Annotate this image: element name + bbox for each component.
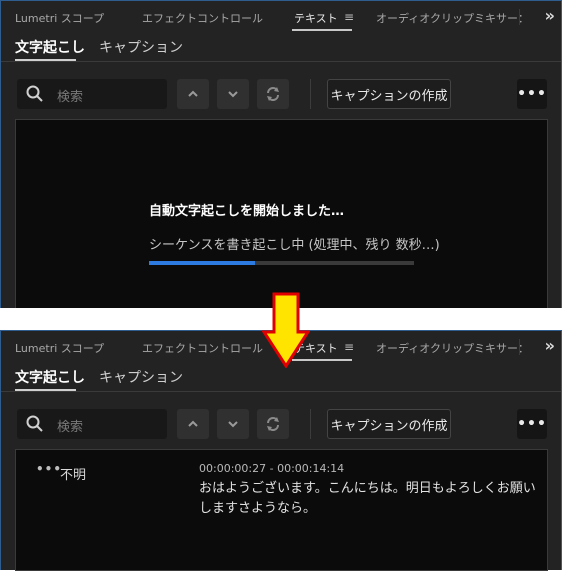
chevron-down-icon [228,91,238,98]
subtab-transcript[interactable]: 文字起こし [15,367,85,387]
search-icon [25,84,45,104]
progress-title: 自動文字起こしを開始しました… [149,204,345,219]
subtab-bar: 文字起こし キャプション [1,33,561,62]
chevron-down-icon [228,421,238,428]
double-chevron-icon[interactable]: » [545,336,555,355]
refresh-button[interactable] [257,79,289,109]
search-placeholder: 検索 [57,90,84,105]
more-icon[interactable]: ••• [517,409,547,439]
progress-status: シーケンスを書き起こし中 (処理中、残り 数秒…) [149,238,440,253]
tab-separator [519,339,520,355]
refresh-button[interactable] [257,409,289,439]
transcript-toolbar: 検索 キャプションの作成 ••• [1,61,561,117]
speaker-options-icon[interactable]: ••• [36,462,62,476]
refresh-icon [267,87,279,101]
toolbar-separator [310,79,311,109]
transcript-text[interactable]: おはようございます。こんにちは。明日もよろしくお願いしますさようなら。 [199,479,539,519]
menu-icon[interactable]: ≡ [344,340,354,354]
refresh-icon [267,417,279,431]
previous-button[interactable] [177,79,209,109]
tab-effect-controls[interactable]: エフェクトコントロール [142,10,263,26]
tab-audio-clip-mixer[interactable]: オーディオクリップミキサー： [376,340,529,356]
tab-text[interactable]: テキスト [294,10,338,26]
double-chevron-icon[interactable]: » [545,6,555,25]
chevron-up-icon [188,90,198,97]
search-icon [25,414,45,434]
subtab-captions[interactable]: キャプション [99,37,183,57]
down-arrow-icon [262,292,310,368]
search-input[interactable]: 検索 [17,79,167,109]
tab-separator [519,9,520,25]
progress-fill [149,261,255,265]
chevron-up-icon [188,420,198,427]
create-captions-button[interactable]: キャプションの作成 [327,409,451,439]
previous-button[interactable] [177,409,209,439]
search-placeholder: 検索 [57,420,84,435]
segment-timecode: 00:00:00:27 - 00:00:14:14 [199,462,345,475]
panel-tab-bar: Lumetri スコープ エフェクトコントロール テキスト ≡ オーディオクリッ… [1,1,561,33]
more-icon[interactable]: ••• [517,79,547,109]
next-button[interactable] [217,79,249,109]
progress-bar [149,261,414,265]
tab-lumetri-scope[interactable]: Lumetri スコープ [15,10,104,26]
menu-icon[interactable]: ≡ [344,10,354,24]
subtab-captions[interactable]: キャプション [99,367,183,387]
transcript-content-area: ••• 不明 00:00:00:27 - 00:00:14:14 おはようござい… [15,449,548,571]
toolbar-separator [310,409,311,439]
create-captions-button[interactable]: キャプションの作成 [327,79,451,109]
tab-lumetri-scope[interactable]: Lumetri スコープ [15,340,104,356]
speaker-name[interactable]: 不明 [60,464,86,483]
tab-text-underline [292,29,352,31]
subtab-transcript[interactable]: 文字起こし [15,37,85,57]
search-input[interactable]: 検索 [17,409,167,439]
next-button[interactable] [217,409,249,439]
tab-audio-clip-mixer[interactable]: オーディオクリップミキサー： [376,10,529,26]
transcript-toolbar: 検索 キャプションの作成 ••• [1,391,561,447]
tab-effect-controls[interactable]: エフェクトコントロール [142,340,263,356]
transcript-content-area: 自動文字起こしを開始しました… シーケンスを書き起こし中 (処理中、残り 数秒…… [15,119,548,309]
transcript-panel-processing: Lumetri スコープ エフェクトコントロール テキスト ≡ オーディオクリッ… [0,0,562,309]
